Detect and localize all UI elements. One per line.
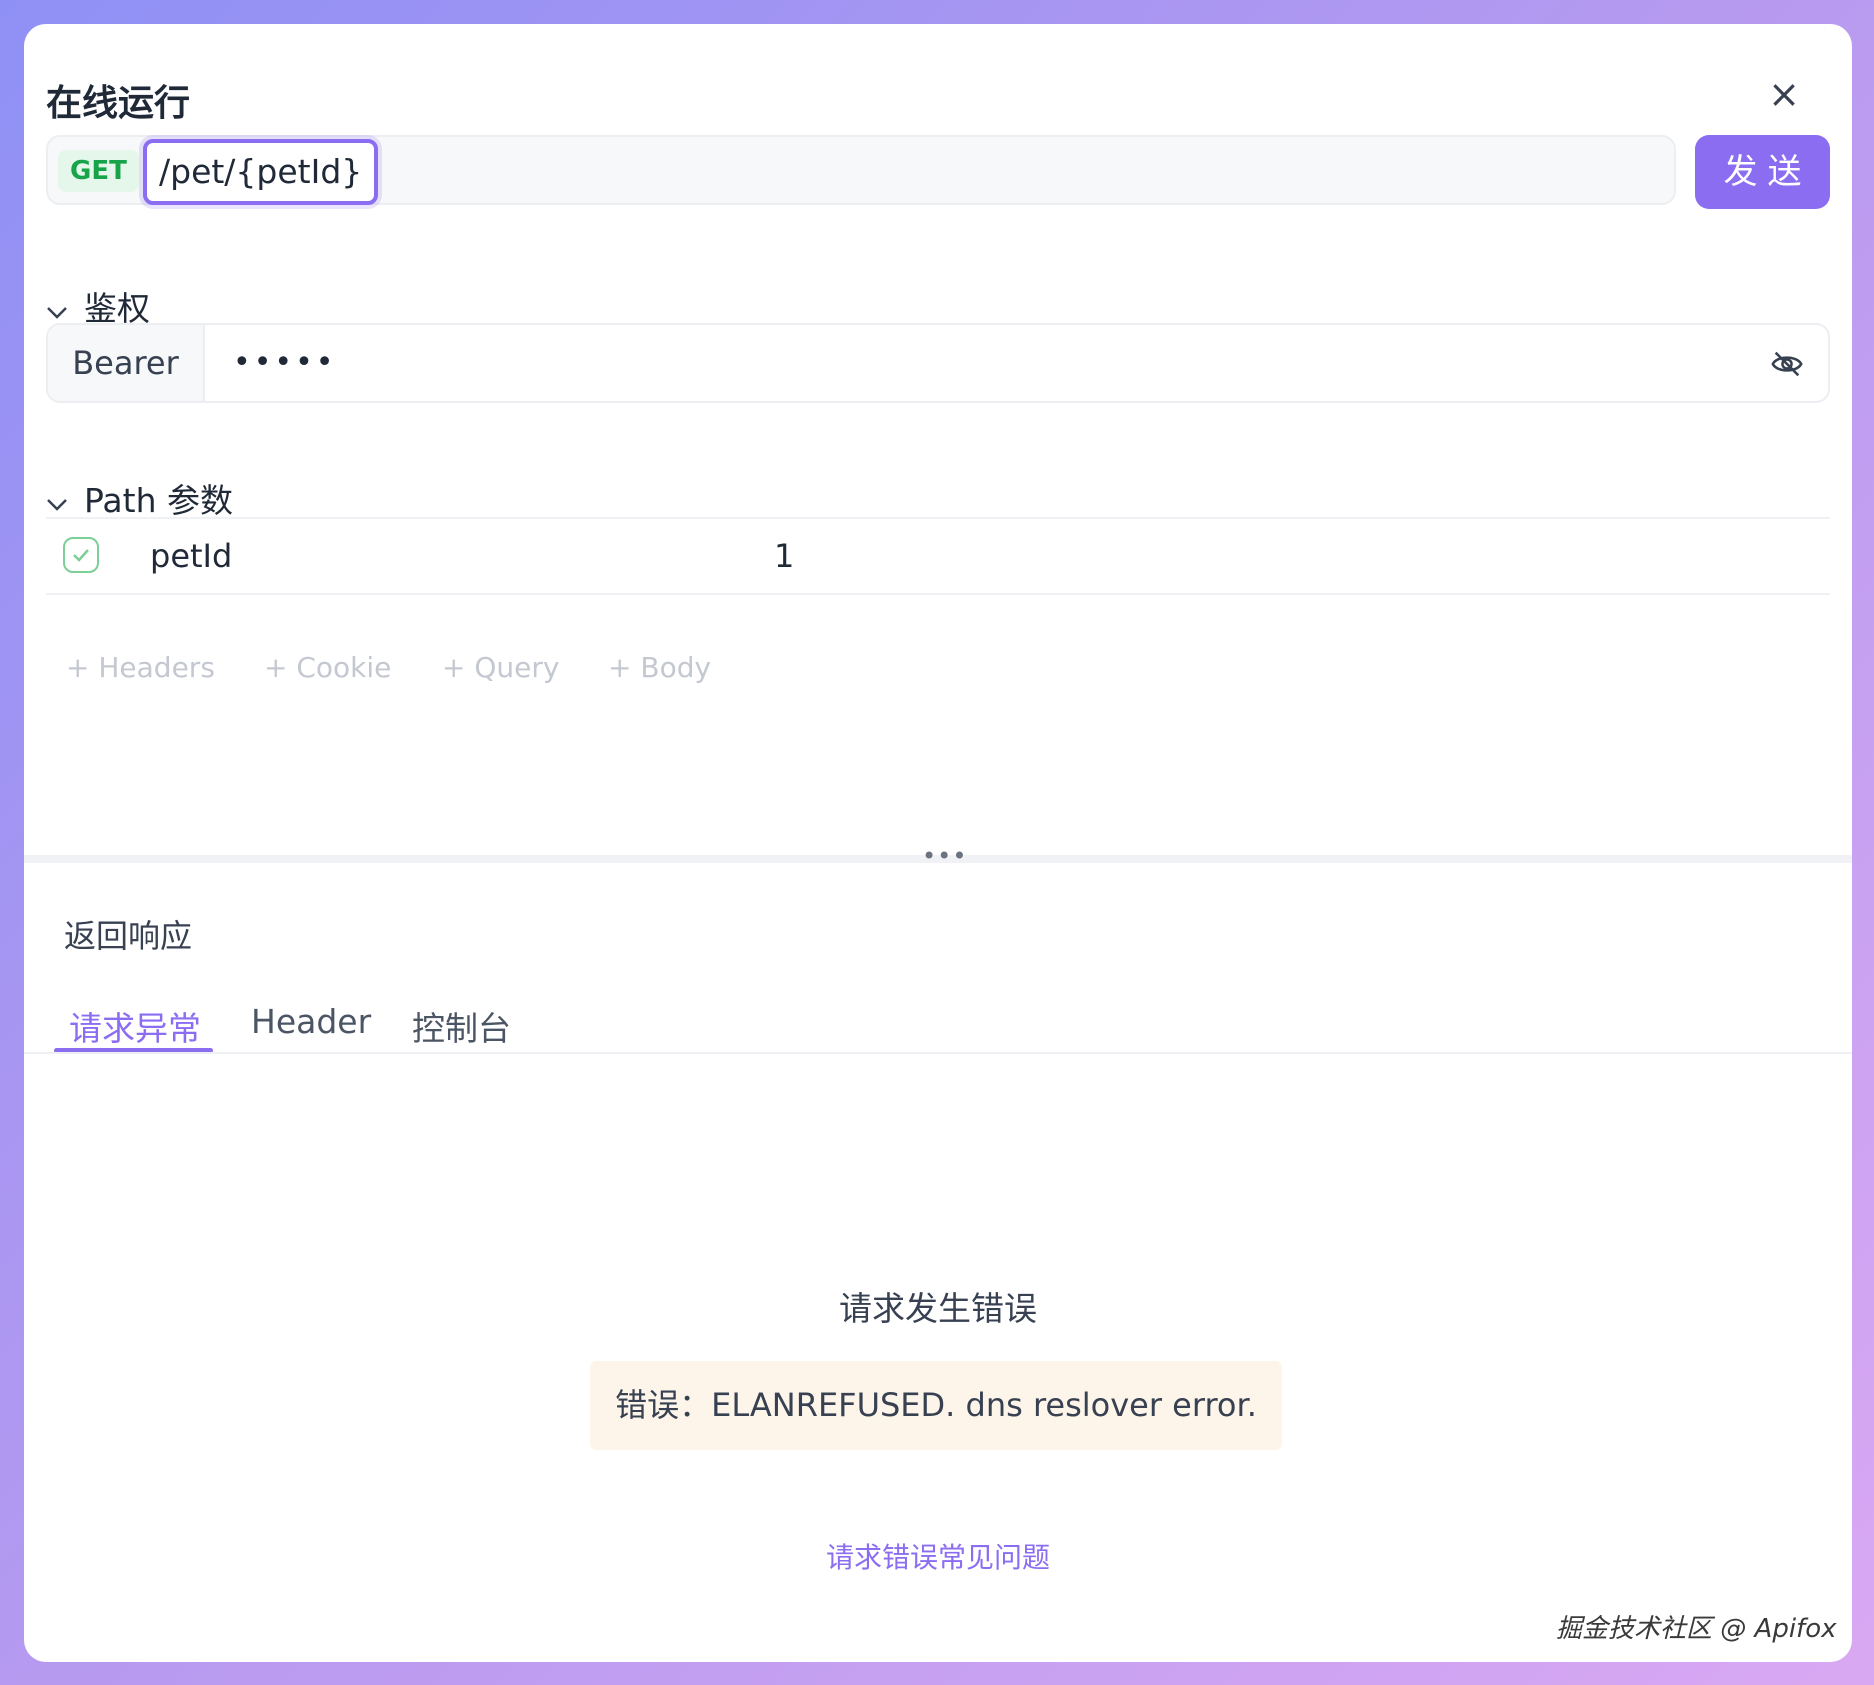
tab-header[interactable]: Header bbox=[251, 1002, 371, 1041]
method-badge[interactable]: GET bbox=[58, 150, 139, 192]
error-message-box: 错误：ELANREFUSED. dns reslover error. bbox=[590, 1361, 1282, 1450]
param-enabled-checkbox[interactable] bbox=[63, 537, 99, 573]
path-params-section-label: Path 参数 bbox=[84, 481, 233, 520]
add-headers-link[interactable]: + Headers bbox=[66, 651, 215, 684]
param-name: petId bbox=[150, 537, 233, 575]
response-title: 返回响应 bbox=[64, 917, 193, 955]
param-value-input[interactable]: 1 bbox=[774, 519, 794, 593]
auth-row: Bearer ••••• bbox=[46, 323, 1830, 403]
param-row: petId 1 bbox=[46, 517, 1830, 595]
dialog-title: 在线运行 bbox=[46, 83, 191, 124]
error-title: 请求发生错误 bbox=[839, 1289, 1037, 1328]
close-icon[interactable]: × bbox=[1764, 74, 1804, 114]
add-cookie-link[interactable]: + Cookie bbox=[264, 651, 391, 684]
auth-token-input[interactable]: ••••• bbox=[233, 325, 336, 401]
auth-type-select[interactable]: Bearer bbox=[48, 325, 205, 401]
add-query-link[interactable]: + Query bbox=[442, 651, 559, 684]
tab-console[interactable]: 控制台 bbox=[412, 1002, 511, 1050]
chevron-down-icon[interactable] bbox=[46, 493, 68, 518]
error-message: 错误：ELANREFUSED. dns reslover error. bbox=[615, 1386, 1257, 1424]
run-online-dialog: 在线运行 × GET /pet/{petId} 发送 鉴权 Bearer •••… bbox=[24, 24, 1852, 1662]
watermark: 掘金技术社区 @ Apifox bbox=[1556, 1614, 1837, 1644]
path-input[interactable]: /pet/{petId} bbox=[143, 139, 379, 205]
add-body-link[interactable]: + Body bbox=[608, 651, 711, 684]
url-bar[interactable]: GET /pet/{petId} bbox=[46, 135, 1676, 205]
resize-handle[interactable]: ••• bbox=[922, 842, 967, 870]
faq-link[interactable]: 请求错误常见问题 bbox=[24, 1536, 1852, 1576]
tabs-divider bbox=[24, 1052, 1852, 1054]
tab-request-error[interactable]: 请求异常 bbox=[69, 1002, 201, 1050]
path-params-section-header[interactable]: Path 参数 bbox=[46, 474, 233, 522]
check-icon bbox=[73, 549, 89, 562]
send-button[interactable]: 发送 bbox=[1695, 135, 1830, 209]
eye-off-icon[interactable] bbox=[1770, 347, 1804, 381]
